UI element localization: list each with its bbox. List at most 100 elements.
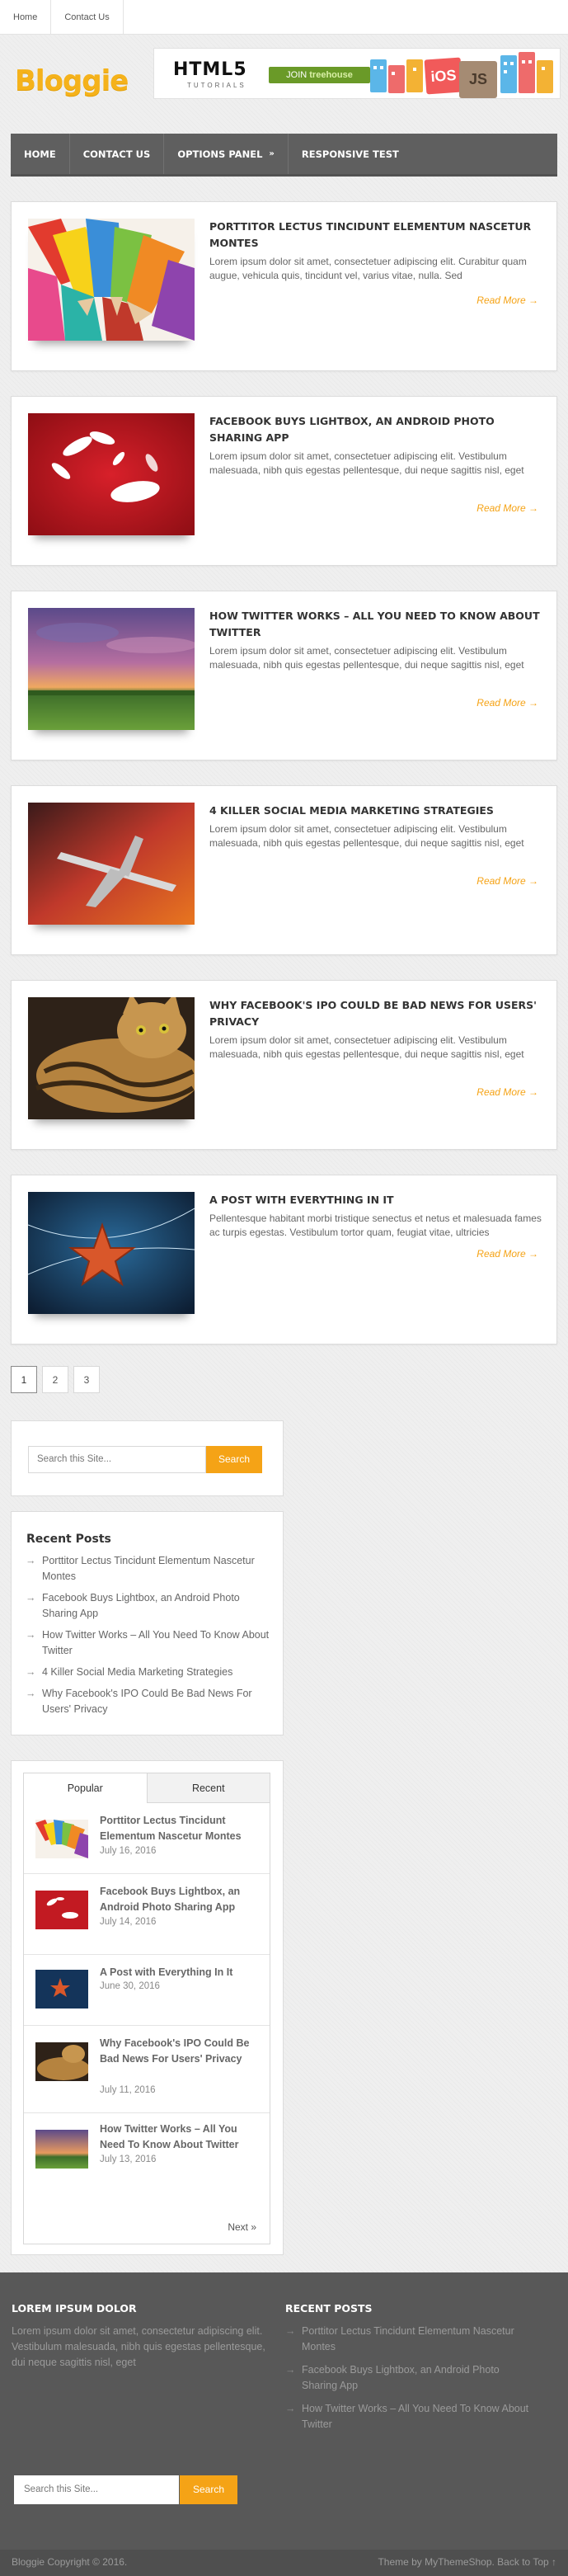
tab-post-item[interactable]: Why Facebook's IPO Could Be Bad News For… bbox=[24, 2026, 270, 2113]
arrow-right-icon: → bbox=[26, 1688, 36, 1699]
tab-post-item[interactable]: Porttitor Lectus Tincidunt Elementum Nas… bbox=[24, 1803, 270, 1874]
footer-recent-item[interactable]: → Facebook Buys Lightbox, an Android Phot… bbox=[285, 2362, 533, 2394]
footer-recent-item[interactable]: → Porttitor Lectus Tincidunt Elementum Na… bbox=[285, 2324, 533, 2355]
nav-item-responsive-test[interactable]: RESPONSIVE TEST bbox=[289, 134, 412, 174]
recent-post-link[interactable]: Why Facebook's IPO Could Be Bad News For… bbox=[42, 1688, 252, 1715]
nav-item-contact-us[interactable]: CONTACT US bbox=[70, 134, 165, 174]
sunset-field-image bbox=[35, 2130, 88, 2169]
site-logo[interactable]: Bloggie bbox=[15, 64, 129, 97]
top-link-home[interactable]: Home bbox=[0, 0, 52, 34]
next-page-link[interactable]: Next » bbox=[228, 2221, 256, 2233]
tab-post-title[interactable]: A Post with Everything In It bbox=[100, 1965, 261, 1980]
recent-post-item[interactable]: → How Twitter Works – All You Need To Kno… bbox=[26, 1627, 273, 1659]
tab-popular[interactable]: Popular bbox=[24, 1773, 148, 1803]
recent-post-link[interactable]: How Twitter Works – All You Need To Know… bbox=[42, 1629, 269, 1656]
recent-post-link[interactable]: Porttitor Lectus Tincidunt Elementum Nas… bbox=[42, 1555, 255, 1582]
copyright-bar: Bloggie Copyright © 2016. Theme by MyThe… bbox=[0, 2550, 568, 2576]
banner-cta-button[interactable]: JOIN treehouse bbox=[269, 67, 370, 83]
search-input[interactable]: Search this Site... bbox=[28, 1446, 206, 1473]
post-title[interactable]: HOW TWITTER WORKS – ALL YOU NEED TO KNOW… bbox=[209, 608, 547, 641]
footer-search-button[interactable]: Search bbox=[180, 2475, 237, 2504]
recent-post-link[interactable]: Facebook Buys Lightbox, an Android Photo… bbox=[42, 1592, 240, 1619]
cat-image bbox=[28, 997, 195, 1119]
recent-post-item[interactable]: → Facebook Buys Lightbox, an Android Phot… bbox=[26, 1590, 273, 1622]
footer-recent-posts: → Porttitor Lectus Tincidunt Elementum Na… bbox=[285, 2324, 533, 2440]
tab-post-thumbnail[interactable] bbox=[35, 1970, 88, 2009]
recent-post-link[interactable]: 4 Killer Social Media Marketing Strategi… bbox=[42, 1666, 232, 1678]
footer-search-input[interactable]: Search this Site... bbox=[14, 2475, 179, 2504]
tab-post-thumbnail[interactable] bbox=[35, 1891, 88, 1929]
tab-post-date: July 11, 2016 bbox=[100, 2085, 156, 2095]
read-more-link[interactable]: Read More → bbox=[476, 1086, 538, 1098]
post-card: A POST WITH EVERYTHING IN IT Pellentesqu… bbox=[11, 1175, 557, 1345]
page-link-1[interactable]: 1 bbox=[11, 1366, 37, 1393]
footer-recent-link[interactable]: Porttitor Lectus Tincidunt Elementum Nas… bbox=[302, 2325, 514, 2352]
recent-post-item[interactable]: → Why Facebook's IPO Could Be Bad News Fo… bbox=[26, 1686, 273, 1717]
post-title[interactable]: WHY FACEBOOK'S IPO COULD BE BAD NEWS FOR… bbox=[209, 997, 547, 1030]
top-link-contact[interactable]: Contact Us bbox=[51, 0, 124, 34]
arrow-right-icon: → bbox=[26, 1555, 36, 1566]
post-title[interactable]: PORTTITOR LECTUS TINCIDUNT ELEMENTUM NAS… bbox=[209, 219, 547, 252]
tab-post-title[interactable]: Facebook Buys Lightbox, an Android Photo… bbox=[100, 1884, 261, 1915]
post-excerpt: Lorem ipsum dolor sit amet, consectetuer… bbox=[209, 823, 524, 849]
post-thumbnail[interactable] bbox=[28, 803, 195, 925]
post-thumbnail[interactable] bbox=[28, 997, 195, 1119]
post-excerpt: Lorem ipsum dolor sit amet, consectetuer… bbox=[209, 450, 524, 476]
recent-posts-list: → Porttitor Lectus Tincidunt Elementum Na… bbox=[26, 1553, 273, 1723]
footer-recent-link[interactable]: Facebook Buys Lightbox, an Android Photo… bbox=[302, 2364, 500, 2391]
post-thumbnail[interactable] bbox=[28, 413, 195, 535]
post-thumbnail[interactable] bbox=[28, 1192, 195, 1314]
tab-post-title[interactable]: Why Facebook's IPO Could Be Bad News For… bbox=[100, 2036, 261, 2067]
top-link-contact-text[interactable]: Contact Us bbox=[64, 12, 109, 22]
read-more-link[interactable]: Read More → bbox=[476, 1248, 538, 1260]
colored-pencils-image bbox=[28, 219, 195, 341]
search-button[interactable]: Search bbox=[206, 1446, 262, 1473]
post-title[interactable]: 4 KILLER SOCIAL MEDIA MARKETING STRATEGI… bbox=[209, 803, 547, 819]
tab-post-thumbnail[interactable] bbox=[35, 2042, 88, 2081]
star-ornament-image bbox=[35, 1970, 88, 2009]
post-card: WHY FACEBOOK'S IPO COULD BE BAD NEWS FOR… bbox=[11, 980, 557, 1150]
arrow-right-icon: → bbox=[26, 1629, 36, 1641]
post-excerpt: Lorem ipsum dolor sit amet, consectetuer… bbox=[209, 1034, 524, 1060]
nav-item-home[interactable]: HOME bbox=[11, 134, 70, 174]
page-link-2[interactable]: 2 bbox=[42, 1366, 68, 1393]
nav-label: CONTACT US bbox=[82, 148, 151, 160]
read-more-link[interactable]: Read More → bbox=[476, 875, 538, 887]
banner-cta-prefix: JOIN bbox=[286, 70, 307, 80]
credits-back-to-top-link[interactable]: Theme by MyThemeShop. Back to Top ↑ bbox=[378, 2556, 556, 2568]
tab-post-title[interactable]: How Twitter Works – All You Need To Know… bbox=[100, 2122, 261, 2153]
nav-item-options-panel[interactable]: OPTIONS PANEL » bbox=[164, 134, 289, 174]
post-thumbnail[interactable] bbox=[28, 608, 195, 730]
recent-post-item[interactable]: → Porttitor Lectus Tincidunt Elementum Na… bbox=[26, 1553, 273, 1585]
nav-label: HOME bbox=[24, 148, 56, 160]
post-title[interactable]: FACEBOOK BUYS LIGHTBOX, AN ANDROID PHOTO… bbox=[209, 413, 547, 446]
read-more-link[interactable]: Read More → bbox=[476, 697, 538, 709]
copyright-text: Bloggie Copyright © 2016. bbox=[12, 2556, 128, 2568]
recent-post-item[interactable]: → 4 Killer Social Media Marketing Strateg… bbox=[26, 1665, 273, 1680]
tab-post-title[interactable]: Porttitor Lectus Tincidunt Elementum Nas… bbox=[100, 1813, 261, 1844]
tab-post-thumbnail[interactable] bbox=[35, 1820, 88, 1858]
header-ad-banner[interactable]: HTML5 TUTORIALS JOIN treehouse iOS JS bbox=[153, 48, 561, 99]
house-icon bbox=[370, 59, 387, 92]
post-title[interactable]: A POST WITH EVERYTHING IN IT bbox=[209, 1192, 547, 1208]
read-more-link[interactable]: Read More → bbox=[476, 502, 538, 514]
tab-post-thumbnail[interactable] bbox=[35, 2130, 88, 2169]
footer-text: Lorem ipsum dolor sit amet, consectetur … bbox=[12, 2325, 265, 2368]
tab-post-item[interactable]: A Post with Everything In It June 30, 20… bbox=[24, 1955, 270, 2026]
tabs-widget: Popular Recent Porttitor Lectus Tincidun… bbox=[11, 1760, 284, 2255]
top-link-home-text[interactable]: Home bbox=[13, 12, 37, 22]
arrow-right-icon: → bbox=[285, 2364, 296, 2376]
tab-post-item[interactable]: Facebook Buys Lightbox, an Android Photo… bbox=[24, 1874, 270, 1955]
tab-recent[interactable]: Recent bbox=[147, 1773, 270, 1803]
post-thumbnail[interactable] bbox=[28, 219, 195, 341]
house-icon bbox=[388, 65, 405, 93]
arrow-right-icon: → bbox=[285, 2403, 296, 2414]
recent-posts-widget: Recent Posts → Porttitor Lectus Tincidunt… bbox=[11, 1511, 284, 1735]
tab-post-item[interactable]: How Twitter Works – All You Need To Know… bbox=[24, 2113, 270, 2184]
footer-recent-link[interactable]: How Twitter Works – All You Need To Know… bbox=[302, 2403, 528, 2430]
tabs-container: Popular Recent Porttitor Lectus Tincidun… bbox=[23, 1773, 270, 2244]
footer-recent-item[interactable]: → How Twitter Works – All You Need To Kno… bbox=[285, 2401, 533, 2432]
page-link-3[interactable]: 3 bbox=[73, 1366, 100, 1393]
read-more-link[interactable]: Read More → bbox=[476, 294, 538, 306]
house-icon bbox=[500, 55, 517, 93]
